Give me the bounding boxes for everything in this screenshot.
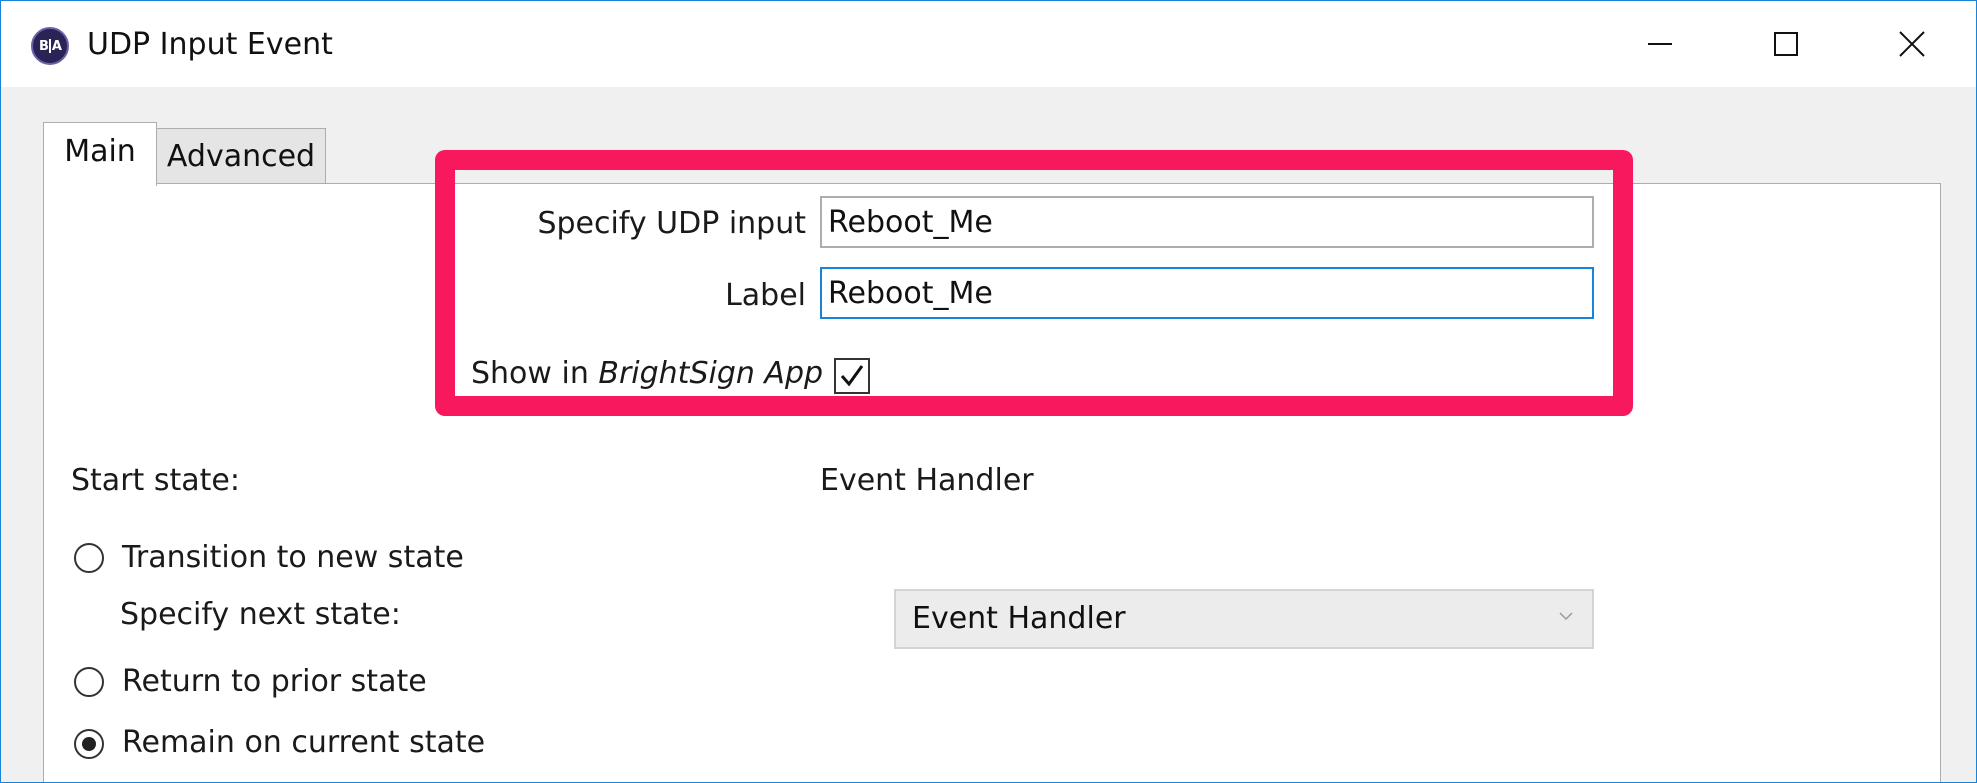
remain-label: Remain on current state [122,725,486,760]
minimize-button[interactable] [1597,1,1723,87]
show-in-app-label: Show in BrightSign App [471,356,823,392]
next-state-select-value: Event Handler [912,601,1126,636]
radio-selected-dot [82,737,96,751]
start-state-value: Event Handler [820,463,1034,498]
udp-input-label: Specify UDP input [537,206,806,241]
minimize-icon [1648,43,1672,45]
return-label: Return to prior state [122,664,427,699]
start-state-label: Start state: [71,463,240,498]
next-state-select[interactable]: Event Handler [894,589,1594,649]
brightauthor-app-icon: BA [31,27,69,65]
label-field-label: Label [725,278,806,313]
close-button[interactable] [1849,1,1975,87]
tab-advanced[interactable]: Advanced [156,128,326,183]
app-icon-letter-b: B [39,38,49,54]
checkmark-icon [840,365,864,387]
remain-radio[interactable] [74,729,104,759]
label-field[interactable] [820,267,1594,319]
close-icon [1899,31,1925,57]
app-icon-letter-a: A [51,38,62,54]
show-in-app-prefix: Show in [471,356,599,391]
next-state-label: Specify next state: [120,597,401,632]
maximize-button[interactable] [1723,1,1849,87]
dialog-window: BA UDP Input Event Main Advanced Specify… [0,0,1977,783]
return-radio[interactable] [74,667,104,697]
transition-label: Transition to new state [122,540,464,575]
maximize-icon [1774,32,1798,56]
transition-radio[interactable] [74,543,104,573]
chevron-down-icon [1559,612,1573,621]
show-in-app-name: BrightSign App [598,356,824,391]
title-bar[interactable]: BA UDP Input Event [1,1,1976,87]
tab-main[interactable]: Main [43,122,157,186]
udp-input-field[interactable] [820,196,1594,248]
show-in-app-checkbox[interactable] [834,358,870,394]
window-title: UDP Input Event [87,27,333,62]
app-icon-separator [48,39,51,53]
